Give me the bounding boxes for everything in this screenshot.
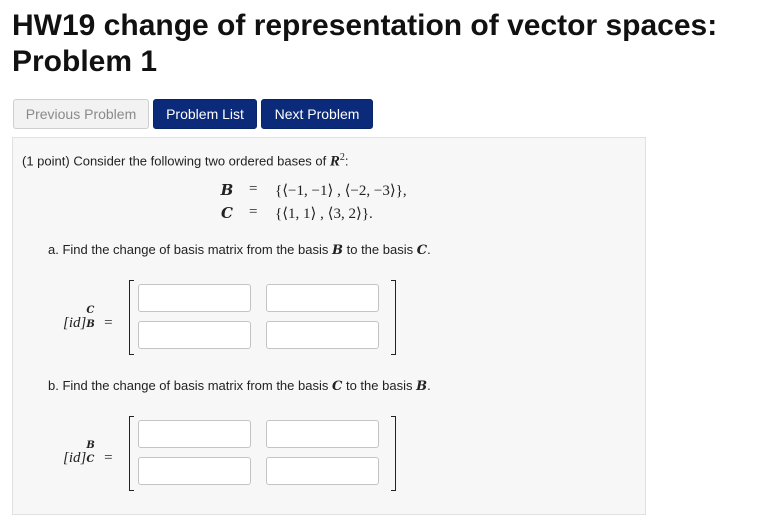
part-a-end: .	[427, 242, 431, 257]
problem-body: (1 point) Consider the following two ord…	[12, 137, 646, 515]
basis-c-name: C	[221, 204, 233, 222]
part-b-from-basis: C	[331, 379, 343, 394]
basis-c-equation: C = {⟨1, 1⟩ , ⟨3, 2⟩}.	[217, 204, 477, 224]
next-problem-button[interactable]: Next Problem	[261, 99, 373, 129]
basis-b-equation: B = {⟨−1, −1⟩ , ⟨−2, −3⟩},	[217, 181, 477, 201]
space-symbol: R	[329, 153, 340, 170]
previous-problem-button[interactable]: Previous Problem	[13, 99, 149, 129]
page-title: HW19 change of representation of vector …	[12, 9, 718, 78]
part-b-right-bracket	[391, 416, 396, 491]
part-a-superscript: C	[86, 305, 95, 316]
part-b-equals: =	[104, 450, 113, 466]
points-label: (1 point)	[22, 153, 70, 169]
intro-text: Consider the following two ordered bases…	[73, 153, 327, 169]
basis-c-vectors: {⟨1, 1⟩ , ⟨3, 2⟩}.	[275, 206, 373, 222]
problem-intro: (1 point) Consider the following two ord…	[22, 152, 349, 170]
part-b-id-symbol: [id]	[63, 450, 87, 466]
basis-b-name: B	[220, 181, 234, 199]
part-a-cell-r1c1[interactable]	[138, 284, 251, 312]
part-a-cell-r2c2[interactable]	[266, 321, 379, 349]
part-b-cell-r2c1[interactable]	[138, 457, 251, 485]
part-b-end: .	[427, 378, 431, 393]
intro-colon: :	[344, 153, 349, 169]
part-a-id-symbol: [id]	[63, 315, 87, 331]
part-a-question: a. Find the change of basis matrix from …	[48, 242, 431, 258]
part-b-cell-r2c2[interactable]	[266, 457, 379, 485]
part-b-to-basis: B	[416, 379, 428, 394]
part-a-from-basis: B	[331, 243, 343, 258]
equals-sign: =	[249, 181, 258, 197]
part-b-question: b. Find the change of basis matrix from …	[48, 378, 431, 394]
part-b-superscript: B	[86, 440, 95, 451]
part-a-equals: =	[104, 315, 113, 331]
part-a-to-basis: C	[416, 243, 428, 258]
part-b-cell-r1c1[interactable]	[138, 420, 251, 448]
part-b-prefix: b. Find the change of basis matrix from …	[48, 378, 329, 393]
part-b-matrix-label: [id] B C =	[63, 440, 113, 467]
part-a-matrix-label: [id] C B =	[63, 305, 113, 332]
part-a-cell-r1c2[interactable]	[266, 284, 379, 312]
part-b-cell-r1c2[interactable]	[266, 420, 379, 448]
part-a-subscript: B	[86, 319, 95, 330]
part-a-right-bracket	[391, 280, 396, 355]
basis-b-vectors: {⟨−1, −1⟩ , ⟨−2, −3⟩},	[275, 183, 407, 199]
part-a-prefix: a. Find the change of basis matrix from …	[48, 242, 329, 257]
equals-sign: =	[249, 204, 258, 220]
part-b-subscript: C	[86, 454, 95, 465]
part-a-left-bracket	[129, 280, 134, 355]
problem-list-button[interactable]: Problem List	[153, 99, 257, 129]
part-b-middle: to the basis	[345, 378, 413, 393]
part-b-left-bracket	[129, 416, 134, 491]
part-a-cell-r2c1[interactable]	[138, 321, 251, 349]
part-a-middle: to the basis	[346, 242, 414, 257]
